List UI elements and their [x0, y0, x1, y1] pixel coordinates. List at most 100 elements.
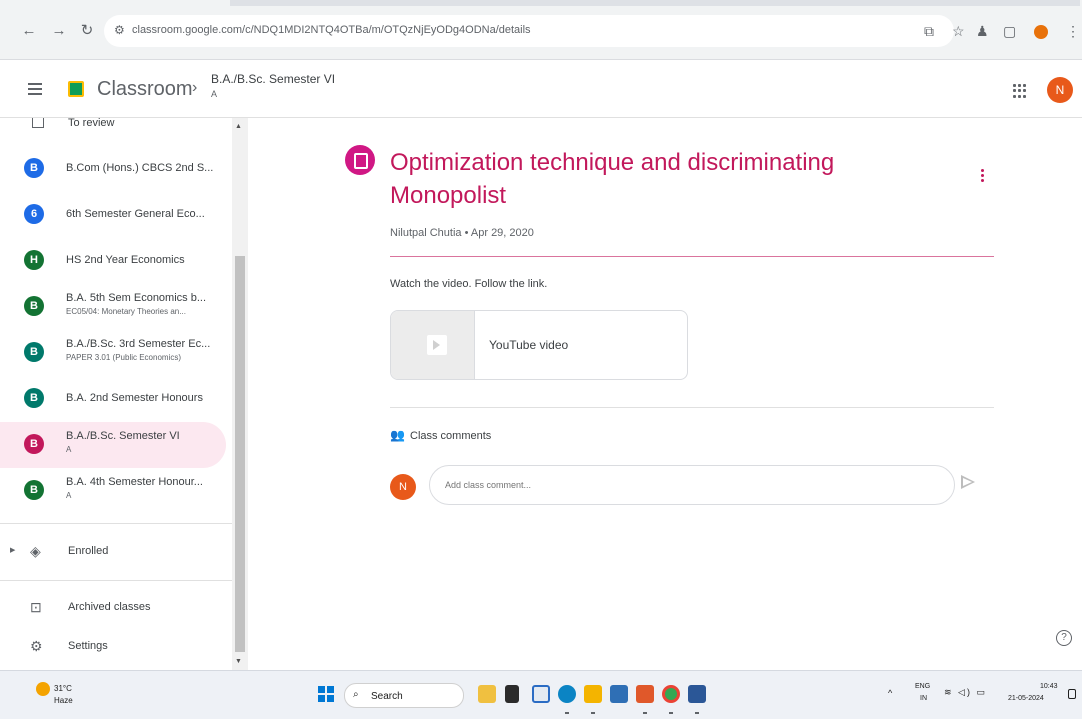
account-avatar[interactable]: N — [1047, 77, 1073, 103]
class-name: B.Com (Hons.) CBCS 2nd S... — [66, 162, 214, 174]
class-name: B.A./B.Sc. 3rd Semester Ec... — [66, 338, 211, 350]
class-avatar: B — [24, 434, 44, 454]
title-divider — [390, 256, 994, 257]
weather-temperature: 31°C — [54, 684, 72, 693]
class-avatar: B — [24, 158, 44, 178]
side-panel-icon[interactable]: ▢ — [1003, 23, 1016, 40]
language-indicator[interactable]: ENG — [915, 683, 930, 690]
taskbar-search[interactable]: ⌕ Search — [344, 683, 464, 708]
sidebar-item-archived[interactable]: ⊡ Archived classes — [0, 590, 226, 626]
clock-date[interactable]: 21-05-2024 — [1008, 695, 1044, 702]
widgets-icon[interactable] — [478, 685, 496, 703]
class-section: EC05/04: Monetary Theories an... — [66, 307, 186, 316]
sidebar-item-label: Archived classes — [68, 601, 151, 613]
sidebar-class-item[interactable]: B B.A./B.Sc. 3rd Semester Ec... PAPER 3.… — [0, 330, 226, 376]
classroom-logo[interactable] — [68, 81, 84, 97]
sidebar-class-item[interactable]: B B.A. 4th Semester Honour... A — [0, 468, 226, 514]
material-icon — [345, 145, 375, 175]
notification-icon[interactable] — [1068, 689, 1076, 699]
search-label: Search — [371, 691, 403, 702]
sidebar-class-item[interactable]: B B.Com (Hons.) CBCS 2nd S... — [0, 146, 226, 192]
play-icon — [433, 340, 440, 350]
url-text: classroom.google.com/c/NDQ1MDI2NTQ4OTBa/… — [132, 24, 531, 36]
reload-icon[interactable]: ↻ — [78, 22, 96, 40]
taskbar: 31°C Haze ⌕ Search ^ ENG IN ≋ ◁) ▭ 10:43… — [0, 670, 1082, 719]
file-explorer-icon[interactable] — [584, 685, 602, 703]
running-indicator — [643, 712, 647, 714]
class-avatar: B — [24, 296, 44, 316]
word-icon[interactable] — [688, 685, 706, 703]
class-section: A — [66, 445, 72, 454]
sidebar-item-settings[interactable]: ⚙ Settings — [0, 629, 226, 665]
attachment-label: YouTube video — [489, 338, 569, 352]
weather-icon[interactable] — [36, 682, 50, 696]
post-title: Optimization technique and discriminatin… — [390, 149, 835, 209]
class-avatar: H — [24, 250, 44, 270]
commenter-avatar: N — [390, 474, 416, 500]
sidebar-class-item[interactable]: 6 6th Semester General Eco... — [0, 192, 226, 238]
people-icon: 👥 — [390, 428, 405, 442]
google-apps-icon[interactable] — [1013, 84, 1027, 98]
weather-description: Haze — [54, 696, 73, 705]
running-indicator — [669, 712, 673, 714]
sidebar: To review B B.Com (Hons.) CBCS 2nd S... … — [0, 118, 248, 670]
chat-icon[interactable] — [532, 685, 550, 703]
help-icon[interactable]: ? — [1056, 630, 1072, 646]
expand-arrow-icon[interactable]: ▶ — [10, 546, 15, 554]
class-comment-input[interactable] — [429, 465, 955, 505]
review-icon — [32, 118, 44, 128]
more-options-icon[interactable] — [981, 169, 985, 184]
sidebar-item-enrolled[interactable]: ▶ ◈ Enrolled — [0, 534, 226, 570]
sidebar-class-item[interactable]: B B.A. 5th Sem Economics b... EC05/04: M… — [0, 284, 226, 330]
clock-time[interactable]: 10:43 — [1040, 683, 1058, 690]
sidebar-scroll-thumb[interactable] — [235, 256, 245, 652]
show-hidden-icons-icon[interactable]: ^ — [888, 688, 892, 698]
scroll-down-icon[interactable]: ▼ — [235, 658, 242, 665]
address-bar[interactable]: ⚙ classroom.google.com/c/NDQ1MDI2NTQ4OTB… — [104, 15, 954, 47]
network-volume-battery-icon[interactable]: ≋ ◁) ▭ — [944, 687, 987, 698]
browser-toolbar: ← → ↻ ⚙ classroom.google.com/c/NDQ1MDI2N… — [0, 0, 1082, 60]
send-icon[interactable] — [961, 475, 975, 489]
sidebar-class-item[interactable]: B B.A. 2nd Semester Honours — [0, 376, 226, 422]
class-avatar: B — [24, 388, 44, 408]
site-info-icon[interactable]: ⚙ — [114, 23, 125, 37]
forward-icon[interactable]: → — [50, 22, 68, 40]
app-title[interactable]: Classroom — [97, 78, 193, 101]
office-icon[interactable] — [636, 685, 654, 703]
store-icon[interactable] — [610, 685, 628, 703]
back-icon[interactable]: ← — [20, 22, 38, 40]
class-section: A — [66, 491, 72, 500]
gear-icon: ⚙ — [30, 638, 43, 654]
bookmark-star-icon[interactable]: ☆ — [952, 23, 965, 40]
breadcrumb-class-section: A — [211, 89, 218, 99]
sidebar-item-label: Settings — [68, 640, 108, 652]
class-section: PAPER 3.01 (Public Economics) — [66, 353, 182, 362]
class-name: B.A. 2nd Semester Honours — [66, 392, 203, 404]
class-name: HS 2nd Year Economics — [66, 254, 185, 266]
sidebar-class-item[interactable]: H HS 2nd Year Economics — [0, 238, 226, 284]
class-comments-label: Class comments — [410, 430, 492, 442]
cast-icon[interactable]: ⧉ — [924, 23, 934, 40]
profile-icon[interactable] — [1034, 25, 1048, 39]
menu-icon[interactable]: ⋮ — [1066, 23, 1080, 40]
post-meta: Nilutpal Chutia • Apr 29, 2020 — [390, 227, 534, 239]
class-name: B.A. 4th Semester Honour... — [66, 476, 203, 488]
extension-icon[interactable]: ♟ — [976, 23, 989, 40]
sidebar-class-item-active[interactable]: B B.A./B.Sc. Semester VI A — [0, 422, 226, 468]
main-content: Optimization technique and discriminatin… — [248, 118, 1082, 670]
hamburger-menu-icon[interactable] — [28, 83, 42, 95]
graduation-cap-icon: ◈ — [30, 543, 41, 559]
chrome-icon[interactable] — [662, 685, 680, 703]
edge-icon[interactable] — [558, 685, 576, 703]
task-view-icon[interactable] — [505, 685, 519, 703]
youtube-attachment[interactable]: YouTube video — [390, 310, 688, 380]
breadcrumb-class-title[interactable]: B.A./B.Sc. Semester VI — [211, 72, 335, 86]
search-icon: ⌕ — [353, 689, 359, 700]
post-description: Watch the video. Follow the link. — [390, 278, 548, 290]
sidebar-item-to-review[interactable]: To review — [0, 118, 226, 132]
archive-icon: ⊡ — [30, 599, 42, 615]
windows-start-icon[interactable] — [318, 686, 334, 702]
sidebar-divider — [0, 523, 232, 524]
scroll-up-icon[interactable]: ▲ — [235, 123, 242, 130]
sidebar-divider — [0, 580, 232, 581]
